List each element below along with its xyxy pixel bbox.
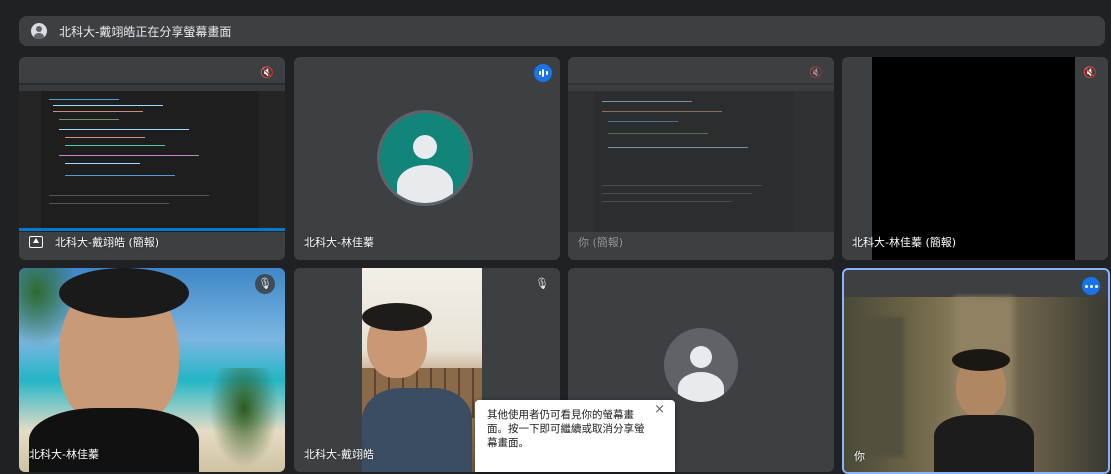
tile-label: 你 — [854, 450, 865, 463]
participant-tile-5[interactable]: 🎙 北科大-林佳蓁 — [19, 268, 285, 472]
tile-label: 北科大-林佳蓁 (簡報) — [852, 236, 957, 249]
present-to-all-icon — [29, 236, 43, 248]
participant-tile-presentation-4[interactable]: 🔇 北科大-林佳蓁 (簡報) — [842, 57, 1108, 260]
video-feed — [362, 268, 482, 472]
tile-label: 北科大-林佳蓁 — [304, 236, 374, 249]
muted-speaker-icon: 🔇 — [1083, 66, 1097, 79]
participant-tile-self[interactable]: 你 — [842, 268, 1110, 474]
participant-tile-presentation-self[interactable]: 🔇 你 (簡報) — [568, 57, 834, 260]
avatar — [664, 328, 738, 402]
participant-tile-presentation-1[interactable]: 🔇 北科大-戴翊皓 (簡報) — [19, 57, 285, 260]
tile-label: 你 (簡報) — [578, 236, 624, 249]
speaking-indicator-icon — [534, 64, 552, 82]
presenting-banner: 北科大-戴翊皓正在分享螢幕畫面 — [19, 16, 1105, 46]
muted-speaker-icon: 🔇 — [809, 66, 823, 79]
shared-screen-preview — [872, 57, 1075, 260]
shared-screen-preview — [568, 83, 834, 232]
avatar — [380, 113, 470, 203]
tile-label: 北科大-林佳蓁 — [29, 448, 99, 461]
shared-screen-preview — [19, 83, 285, 232]
tile-label: 北科大-戴翊皓 (簡報) — [29, 234, 159, 250]
participant-tile-2[interactable]: 北科大-林佳蓁 — [294, 57, 560, 260]
toast-message: 其他使用者仍可看見你的螢幕畫面。按一下即可繼續或取消分享螢幕畫面。 — [487, 409, 645, 449]
more-options-icon[interactable] — [1082, 277, 1100, 295]
tile-label: 北科大-戴翊皓 — [304, 448, 374, 461]
person-icon — [31, 23, 47, 39]
video-feed — [844, 297, 1108, 472]
screen-share-toast[interactable]: 其他使用者仍可看見你的螢幕畫面。按一下即可繼續或取消分享螢幕畫面。 × — [475, 400, 675, 472]
muted-speaker-icon: 🔇 — [260, 66, 274, 79]
banner-text: 北科大-戴翊皓正在分享螢幕畫面 — [59, 24, 232, 39]
close-icon[interactable]: × — [654, 403, 665, 417]
video-feed — [19, 268, 285, 472]
mic-off-icon: 🎙 — [255, 274, 275, 294]
mic-off-icon: 🎙 — [535, 277, 549, 290]
